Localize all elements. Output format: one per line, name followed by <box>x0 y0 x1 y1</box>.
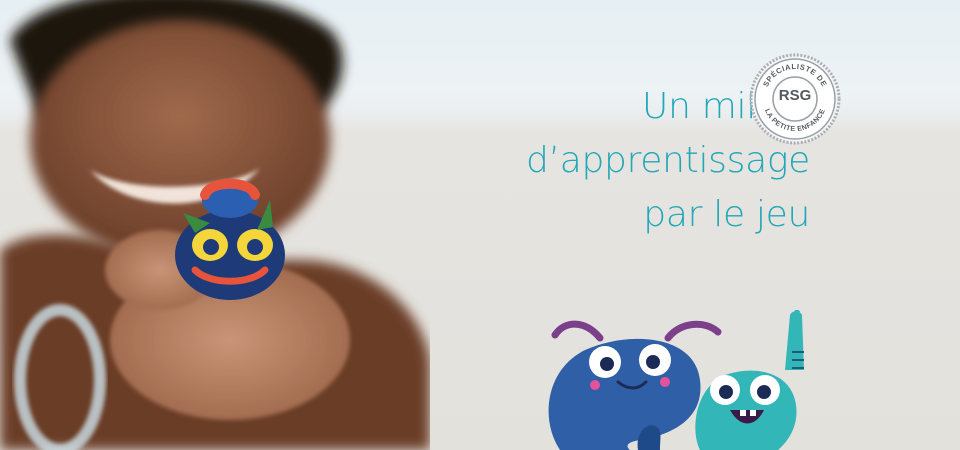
hero-banner: Un milieu d’apprentissage par le jeu SPÉ… <box>0 0 960 450</box>
badge-center-text: RSG <box>778 87 812 104</box>
blue-monster-illustration <box>548 320 722 450</box>
rsg-badge: SPÉCIALISTE DE LA PETITE ENFANCE RSG <box>749 53 841 145</box>
monster-mascots <box>520 310 840 450</box>
headline-line-3: par le jeu <box>643 194 810 235</box>
child-photo <box>0 0 430 450</box>
